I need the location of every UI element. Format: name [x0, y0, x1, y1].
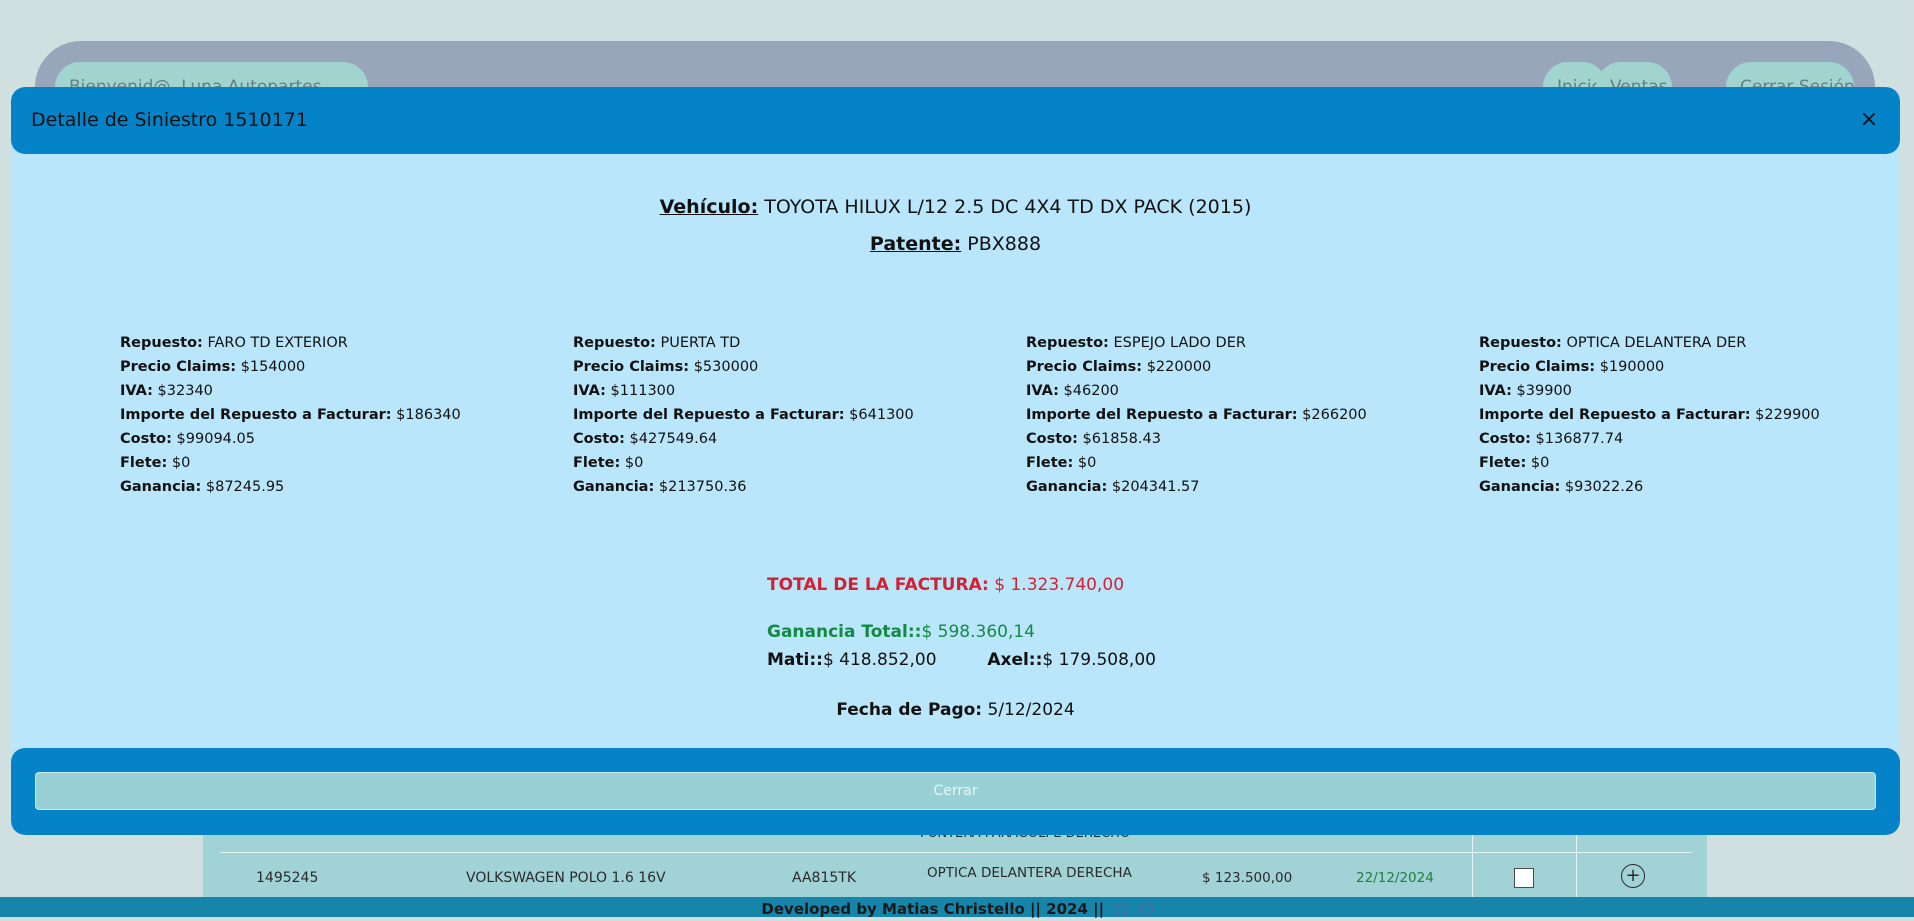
claims-label: Precio Claims:: [1026, 359, 1143, 375]
total-profit-label: Ganancia Total::: [767, 622, 922, 642]
modal-title: Detalle de Siniestro 1510171: [31, 109, 308, 131]
claims-value: $530000: [693, 359, 759, 375]
invoice-value: $229900: [1755, 407, 1820, 423]
part-label: Repuesto:: [1026, 335, 1109, 351]
total-profit-value: $ 598.360,14: [921, 622, 1035, 642]
cost-label: Costo:: [1479, 431, 1531, 447]
part-name: OPTICA DELANTERA DER: [1566, 335, 1747, 351]
part-card: Repuesto: PUERTA TD Precio Claims: $5300…: [573, 331, 914, 499]
part-name: FARO TD EXTERIOR: [207, 335, 348, 351]
profit-label: Ganancia:: [1479, 479, 1561, 495]
vehicle-info: Vehículo: TOYOTA HILUX L/12 2.5 DC 4X4 T…: [11, 189, 1900, 263]
profit-value: $204341.57: [1111, 479, 1200, 495]
part-card: Repuesto: ESPEJO LADO DER Precio Claims:…: [1026, 331, 1367, 499]
profit-label: Ganancia:: [1026, 479, 1108, 495]
iva-label: IVA:: [573, 383, 606, 399]
profit-value: $87245.95: [205, 479, 285, 495]
invoice-label: Importe del Repuesto a Facturar:: [1479, 407, 1751, 423]
iva-value: $32340: [157, 383, 213, 399]
profit-value: $213750.36: [658, 479, 747, 495]
claims-label: Precio Claims:: [120, 359, 237, 375]
claim-detail-modal: Detalle de Siniestro 1510171 × Vehículo:…: [11, 87, 1900, 835]
freight-value: $0: [624, 455, 644, 471]
iva-label: IVA:: [1479, 383, 1512, 399]
part-label: Repuesto:: [573, 335, 656, 351]
iva-value: $111300: [610, 383, 676, 399]
mati-label: Mati::: [767, 650, 823, 670]
vehicle-label: Vehículo:: [659, 196, 759, 218]
freight-value: $0: [171, 455, 191, 471]
claims-value: $220000: [1146, 359, 1212, 375]
part-name: ESPEJO LADO DER: [1113, 335, 1246, 351]
totals-block: TOTAL DE LA FACTURA: $ 1.323.740,00 Gana…: [767, 570, 1156, 674]
freight-label: Flete:: [1479, 455, 1527, 471]
invoice-label: Importe del Repuesto a Facturar:: [1026, 407, 1298, 423]
profit-label: Ganancia:: [573, 479, 655, 495]
claims-value: $190000: [1599, 359, 1665, 375]
plate-value: PBX888: [967, 233, 1042, 255]
freight-label: Flete:: [120, 455, 168, 471]
invoice-total-label: TOTAL DE LA FACTURA:: [767, 575, 989, 595]
claims-label: Precio Claims:: [573, 359, 690, 375]
invoice-value: $186340: [396, 407, 461, 423]
invoice-label: Importe del Repuesto a Facturar:: [120, 407, 392, 423]
profit-label: Ganancia:: [120, 479, 202, 495]
claims-label: Precio Claims:: [1479, 359, 1596, 375]
mati-value: $ 418.852,00: [822, 650, 937, 670]
payment-date: Fecha de Pago: 5/12/2024: [11, 696, 1900, 724]
cost-label: Costo:: [1026, 431, 1078, 447]
profit-value: $93022.26: [1564, 479, 1644, 495]
part-label: Repuesto:: [120, 335, 203, 351]
part-label: Repuesto:: [1479, 335, 1562, 351]
claims-value: $154000: [240, 359, 306, 375]
payment-date-value: 5/12/2024: [987, 700, 1075, 720]
part-name: PUERTA TD: [660, 335, 741, 351]
modal-header: Detalle de Siniestro 1510171 ×: [11, 87, 1900, 154]
part-card: Repuesto: FARO TD EXTERIOR Precio Claims…: [120, 331, 461, 499]
iva-value: $46200: [1063, 383, 1119, 399]
cost-value: $427549.64: [629, 431, 718, 447]
freight-label: Flete:: [573, 455, 621, 471]
axel-label: Axel::: [987, 650, 1043, 670]
cost-value: $61858.43: [1082, 431, 1161, 447]
invoice-total-value: $ 1.323.740,00: [994, 575, 1125, 595]
invoice-label: Importe del Repuesto a Facturar:: [573, 407, 845, 423]
cost-label: Costo:: [573, 431, 625, 447]
iva-label: IVA:: [120, 383, 153, 399]
part-card: Repuesto: OPTICA DELANTERA DER Precio Cl…: [1479, 331, 1820, 499]
close-button[interactable]: Cerrar: [35, 772, 1876, 810]
cost-label: Costo:: [120, 431, 172, 447]
vehicle-value: TOYOTA HILUX L/12 2.5 DC 4X4 TD DX PACK …: [764, 196, 1252, 218]
payment-date-label: Fecha de Pago:: [836, 700, 983, 720]
iva-value: $39900: [1516, 383, 1572, 399]
invoice-value: $641300: [849, 407, 914, 423]
invoice-value: $266200: [1302, 407, 1367, 423]
freight-value: $0: [1077, 455, 1097, 471]
close-icon[interactable]: ×: [1856, 107, 1882, 133]
cost-value: $136877.74: [1535, 431, 1624, 447]
iva-label: IVA:: [1026, 383, 1059, 399]
modal-footer: Cerrar: [11, 748, 1900, 835]
plate-label: Patente:: [869, 233, 962, 255]
freight-value: $0: [1530, 455, 1550, 471]
freight-label: Flete:: [1026, 455, 1074, 471]
axel-value: $ 179.508,00: [1042, 650, 1156, 670]
cost-value: $99094.05: [176, 431, 255, 447]
